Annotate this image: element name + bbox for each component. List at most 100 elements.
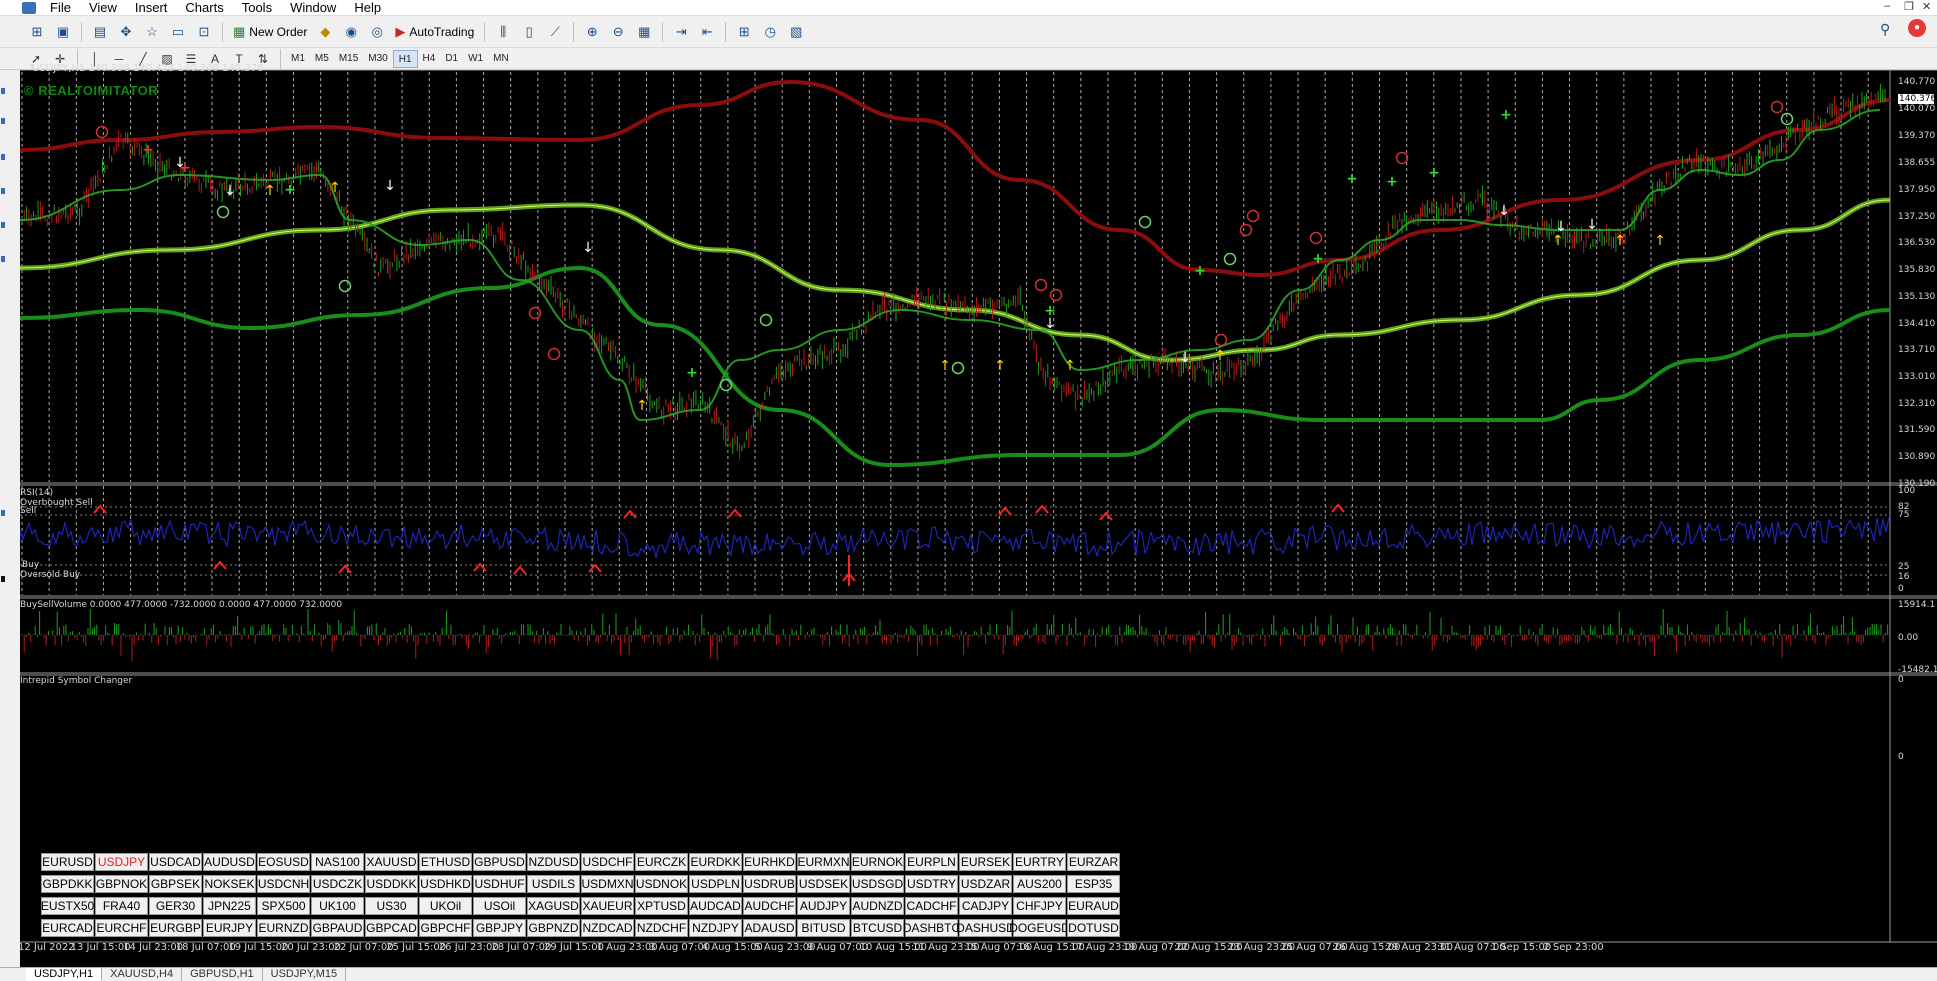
- symbol-button-eurgbp[interactable]: EURGBP: [149, 919, 202, 937]
- symbol-button-gbpnzd[interactable]: GBPNZD: [527, 919, 580, 937]
- symbol-button-eosusd[interactable]: EOSUSD: [257, 853, 310, 871]
- symbol-button-dotusd[interactable]: DOTUSD: [1067, 919, 1120, 937]
- symbol-button-nas100[interactable]: NAS100: [311, 853, 364, 871]
- terminal-icon[interactable]: ▭: [168, 22, 188, 42]
- bar-chart-icon[interactable]: ⫼: [493, 22, 513, 42]
- symbol-button-dashusd[interactable]: DASHUSD: [956, 919, 1015, 937]
- chart-window[interactable]: ↓ ↓ ↓ ↓ ↓ ↓ ↓ ↓ ↓ ↑ ↑ ↑ ↑ ↑ ↑ ↑ ↑ ↑ ↑ + + + + + + + + + + + ▾ USDJPY,…: [20, 62, 1937, 968]
- symbol-button-usdjpy[interactable]: USDJPY: [95, 853, 148, 871]
- symbol-button-dogeusd[interactable]: DOGEUSD: [1009, 919, 1070, 937]
- symbol-button-usoil[interactable]: USOil: [473, 897, 526, 915]
- symbol-button-usdnok[interactable]: USDNOK: [635, 875, 688, 893]
- symbol-button-audusd[interactable]: AUDUSD: [203, 853, 256, 871]
- new-order-button[interactable]: ▦ New Order: [228, 21, 312, 43]
- data-window-icon[interactable]: ☆: [142, 22, 162, 42]
- symbol-button-noksek[interactable]: NOKSEK: [203, 875, 256, 893]
- tab-usdjpy-m15[interactable]: USDJPY,M15: [263, 968, 347, 981]
- symbol-button-audcad[interactable]: AUDCAD: [689, 897, 742, 915]
- timeframe-h1[interactable]: H1: [392, 49, 418, 68]
- close-button[interactable]: ✕: [1922, 0, 1931, 13]
- symbol-button-usdpln[interactable]: USDPLN: [689, 875, 742, 893]
- timeframe-m15[interactable]: M15: [334, 50, 363, 68]
- symbol-button-cadchf[interactable]: CADCHF: [905, 897, 958, 915]
- symbol-button-usddkk[interactable]: USDDKK: [365, 875, 418, 893]
- symbol-button-nzdusd[interactable]: NZDUSD: [527, 853, 580, 871]
- symbol-button-xagusd[interactable]: XAGUSD: [527, 897, 580, 915]
- minimize-button[interactable]: –: [1884, 0, 1890, 12]
- menu-window[interactable]: Window: [282, 0, 346, 15]
- symbol-button-gbpcad[interactable]: GBPCAD: [365, 919, 418, 937]
- symbol-button-uk100[interactable]: UK100: [311, 897, 364, 915]
- timeframe-m30[interactable]: M30: [363, 50, 392, 68]
- symbol-button-usdmxn[interactable]: USDMXN: [581, 875, 634, 893]
- symbol-button-usdils[interactable]: USDILS: [527, 875, 580, 893]
- symbol-button-usdrub[interactable]: USDRUB: [743, 875, 796, 893]
- symbol-button-usdhkd[interactable]: USDHKD: [419, 875, 472, 893]
- timeframe-d1[interactable]: D1: [440, 50, 463, 68]
- symbol-button-eurusd[interactable]: EURUSD: [41, 853, 94, 871]
- symbol-button-us30[interactable]: US30: [365, 897, 418, 915]
- symbol-button-nzdjpy[interactable]: NZDJPY: [689, 919, 742, 937]
- symbol-button-audchf[interactable]: AUDCHF: [743, 897, 796, 915]
- symbol-button-audjpy[interactable]: AUDJPY: [797, 897, 850, 915]
- tab-gbpusd-h1[interactable]: GBPUSD,H1: [182, 968, 263, 981]
- indicators-icon[interactable]: ⊞: [734, 22, 754, 42]
- symbol-button-euraud[interactable]: EURAUD: [1067, 897, 1120, 915]
- symbol-button-nzdcad[interactable]: NZDCAD: [581, 919, 634, 937]
- notifications-icon[interactable]: ●: [1908, 19, 1926, 37]
- tester-icon[interactable]: ⊡: [194, 22, 214, 42]
- symbol-button-usdtry[interactable]: USDTRY: [905, 875, 958, 893]
- symbol-button-usdczk[interactable]: USDCZK: [311, 875, 364, 893]
- signals-icon[interactable]: ◉: [341, 22, 361, 42]
- symbol-button-eurchf[interactable]: EURCHF: [95, 919, 148, 937]
- menu-charts[interactable]: Charts: [177, 0, 233, 15]
- timeframe-m1[interactable]: M1: [286, 50, 310, 68]
- symbol-button-eurtry[interactable]: EURTRY: [1013, 853, 1066, 871]
- chart-canvas[interactable]: ↓↓ ↓↓↓↓↓↓ ↓↑ ↑↑↑↑ ↑ ↑↑↑ ↑++++++++ +++: [20, 70, 1937, 968]
- chart-shift-icon[interactable]: ⇤: [697, 22, 717, 42]
- menu-view[interactable]: View: [81, 0, 127, 15]
- symbol-button-usdchf[interactable]: USDCHF: [581, 853, 634, 871]
- symbol-button-eurmxn[interactable]: EURMXN: [797, 853, 850, 871]
- symbol-button-usdhuf[interactable]: USDHUF: [473, 875, 526, 893]
- symbol-button-usdcad[interactable]: USDCAD: [149, 853, 202, 871]
- symbol-button-dashbtc[interactable]: DASHBTC: [903, 919, 960, 937]
- timeframe-m5[interactable]: M5: [310, 50, 334, 68]
- autotrading-button[interactable]: ▶ AutoTrading: [390, 21, 479, 43]
- symbol-button-aus200[interactable]: AUS200: [1013, 875, 1066, 893]
- auto-scroll-icon[interactable]: ⇥: [671, 22, 691, 42]
- search-icon[interactable]: ⚲: [1880, 21, 1890, 38]
- symbol-button-xaueur[interactable]: XAUEUR: [581, 897, 634, 915]
- symbol-button-gbpusd[interactable]: GBPUSD: [473, 853, 526, 871]
- zoom-in-icon[interactable]: ⊕: [582, 22, 602, 42]
- symbol-button-usdzar[interactable]: USDZAR: [959, 875, 1012, 893]
- symbol-button-fra40[interactable]: FRA40: [95, 897, 148, 915]
- metaeditor-icon[interactable]: ◆: [315, 22, 335, 42]
- symbol-button-eurcad[interactable]: EURCAD: [41, 919, 94, 937]
- menu-tools[interactable]: Tools: [234, 0, 282, 15]
- symbol-button-eurnzd[interactable]: EURNZD: [257, 919, 310, 937]
- tab-xauusd-h4[interactable]: XAUUSD,H4: [102, 968, 183, 981]
- symbol-button-eurzar[interactable]: EURZAR: [1067, 853, 1120, 871]
- symbol-button-eurczk[interactable]: EURCZK: [635, 853, 688, 871]
- symbol-button-gbpaud[interactable]: GBPAUD: [311, 919, 364, 937]
- symbol-button-jpn225[interactable]: JPN225: [203, 897, 256, 915]
- symbol-button-gbpsek[interactable]: GBPSEK: [149, 875, 202, 893]
- symbol-button-ger30[interactable]: GER30: [149, 897, 202, 915]
- symbol-button-eurpln[interactable]: EURPLN: [905, 853, 958, 871]
- symbol-button-spx500[interactable]: SPX500: [257, 897, 310, 915]
- zoom-out-icon[interactable]: ⊖: [608, 22, 628, 42]
- symbol-button-eurnok[interactable]: EURNOK: [851, 853, 904, 871]
- symbol-button-usdsek[interactable]: USDSEK: [797, 875, 850, 893]
- symbol-button-gbpchf[interactable]: GBPCHF: [419, 919, 472, 937]
- symbol-button-usdsgd[interactable]: USDSGD: [851, 875, 904, 893]
- market-watch-icon[interactable]: ▤: [90, 22, 110, 42]
- symbol-button-ukoil[interactable]: UKOil: [419, 897, 472, 915]
- navigator-icon[interactable]: ✥: [116, 22, 136, 42]
- timeframe-h4[interactable]: H4: [418, 50, 441, 68]
- line-chart-icon[interactable]: ⟋: [545, 22, 565, 42]
- symbol-button-ethusd[interactable]: ETHUSD: [419, 853, 472, 871]
- symbol-button-bitusd[interactable]: BITUSD: [797, 919, 850, 937]
- menu-insert[interactable]: Insert: [127, 0, 178, 15]
- symbol-button-adausd[interactable]: ADAUSD: [743, 919, 796, 937]
